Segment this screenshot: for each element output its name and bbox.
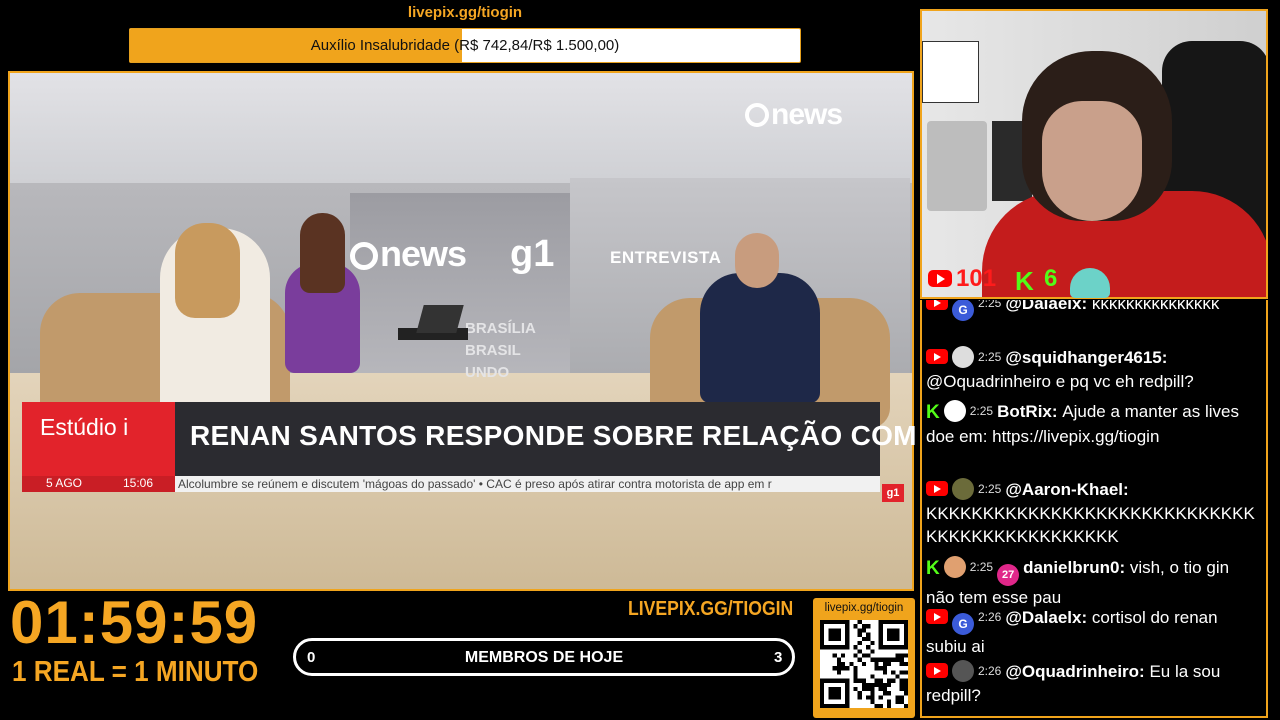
youtube-icon (926, 609, 948, 624)
youtube-plaque (927, 121, 987, 211)
chat-username[interactable]: @Dalaelx: (1005, 300, 1092, 313)
chat-message: K 2:25 BotRix: Ajude a manter as lives doe… (926, 400, 1262, 448)
user-avatar[interactable] (952, 346, 974, 368)
chat-username[interactable]: @squidhanger4615: (1005, 348, 1167, 367)
members-label: MEMBROS DE HOJE (464, 649, 624, 666)
youtube-icon (926, 349, 948, 364)
message-timestamp: 2:26 (978, 610, 1002, 624)
ticker-text: Alcolumbre se reúnem e discutem 'mágoas … (178, 477, 772, 491)
chat-username[interactable]: @Dalaelx: (1005, 608, 1092, 627)
streamer-face (1042, 101, 1142, 221)
show-name: Estúdio i (40, 414, 129, 440)
livepix-label: LIVEPIX.GG/TIOGIN (628, 598, 794, 620)
laptop (416, 305, 464, 333)
members-count-right: 3 (774, 649, 783, 666)
chat-text: kkkkkkkkkkkkkkk (1091, 300, 1220, 313)
chat-message: 2:26 @Oquadrinheiro: Eu la sou redpill? (926, 660, 1262, 707)
youtube-icon (926, 663, 948, 678)
goal-progress-bar: Auxílio Insalubridade (R$ 742,84/R$ 1.50… (129, 28, 801, 63)
user-avatar[interactable] (952, 478, 974, 500)
chat-username[interactable]: danielbrun0: (1023, 558, 1130, 577)
message-timestamp: 2:25 (969, 404, 994, 418)
globo-icon (745, 103, 769, 127)
broadcast-video[interactable]: news news g1 ENTREVISTA BRASÍLIA BRASIL … (8, 71, 914, 591)
wall-g1-logo: g1 (510, 233, 555, 275)
chat-text: @Oquadrinheiro e pq vc eh redpill? (926, 371, 1194, 391)
message-timestamp: 2:25 (969, 560, 994, 574)
channel-logo: news (745, 98, 843, 132)
g1-badge: g1 (882, 484, 904, 502)
chat-username[interactable]: @Oquadrinheiro: (1005, 662, 1149, 681)
globo-icon (350, 242, 378, 270)
wall-poster (922, 41, 979, 103)
chat-text: KKKKKKKKKKKKKKKKKKKKKKKKKKKKKKKKKKKKKKKK… (926, 503, 1255, 547)
host-center-head (300, 213, 345, 293)
kick-icon: K (926, 402, 940, 423)
youtube-viewer-count: 101 (956, 265, 997, 292)
subathon-timer: 01:59:59 (10, 589, 259, 656)
kick-viewer-count: 6 (1044, 265, 1058, 292)
user-avatar[interactable] (952, 660, 974, 682)
chat-message: G 2:25 @Dalaelx: kkkkkkkkkkkkkkk (926, 300, 1262, 321)
chat-message: K 2:2527 danielbrun0: vish, o tio gin não … (926, 556, 1262, 610)
goal-label: Auxílio Insalubridade (R$ 742,84/R$ 1.50… (310, 37, 620, 54)
wall-entrevista: ENTREVISTA (610, 248, 722, 267)
broadcast-date: 5 AGO (46, 476, 83, 490)
youtube-icon (926, 481, 948, 496)
message-timestamp: 2:25 (978, 350, 1002, 364)
headline: RENAN SANTOS RESPONDE SOBRE RELAÇÃO COM … (190, 420, 979, 451)
user-avatar[interactable]: G (952, 300, 974, 321)
chat-message: 2:25 @squidhanger4615: @Oquadrinheiro e p… (926, 346, 1262, 393)
subscriber-badge: 27 (997, 564, 1020, 586)
user-avatar[interactable] (943, 400, 966, 422)
youtube-icon (928, 270, 952, 287)
broadcast-time: 15:06 (123, 476, 154, 490)
timer-rate: 1 REAL = 1 MINUTO (12, 656, 259, 688)
streamer-webcam (920, 9, 1268, 299)
guest-head (735, 233, 779, 288)
chat-message: 2:25 @Aaron-Khael: KKKKKKKKKKKKKKKKKKKKKK… (926, 478, 1262, 549)
message-timestamp: 2:25 (978, 300, 1002, 310)
chat-username[interactable]: @Aaron-Khael: (1005, 480, 1128, 499)
wall-logo: news (350, 233, 467, 275)
chat-message: G 2:26 @Dalaelx: cortisol do renan subiu a… (926, 606, 1262, 659)
kick-icon: K (926, 558, 940, 579)
wall-text: BRASÍLIA BRASIL UNDO (465, 320, 536, 381)
message-timestamp: 2:26 (978, 664, 1002, 678)
host-left-hair (175, 223, 240, 318)
goal-url: livepix.gg/tiogin (407, 4, 523, 21)
youtube-icon (926, 300, 948, 310)
qr-code-icon (820, 620, 908, 708)
user-avatar[interactable]: G (952, 613, 974, 635)
guest (700, 273, 820, 403)
qr-url: livepix.gg/tiogin (824, 602, 904, 614)
kick-icon: K (1015, 266, 1034, 296)
chat-username[interactable]: BotRix: (997, 402, 1062, 421)
user-avatar[interactable] (943, 556, 966, 578)
chat-panel[interactable]: G 2:25 @Dalaelx: kkkkkkkkkkkkkkk 2:25 @squid… (920, 300, 1268, 718)
message-timestamp: 2:25 (978, 482, 1002, 496)
